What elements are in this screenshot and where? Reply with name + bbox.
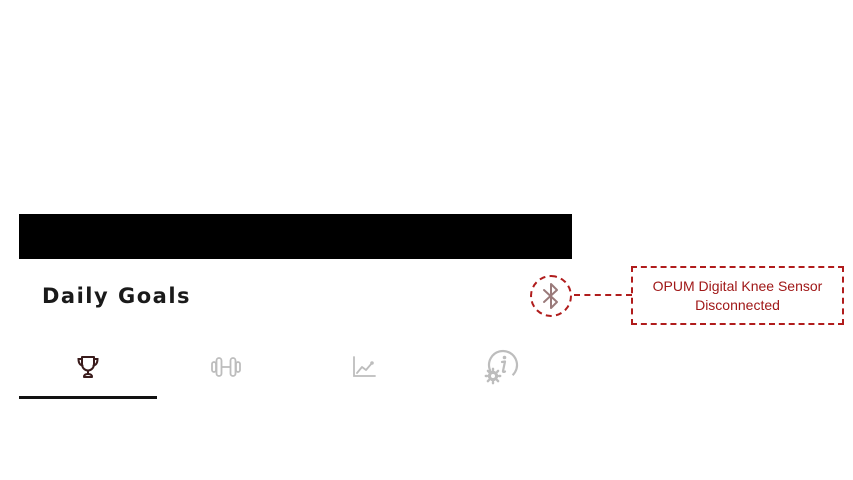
- tab-goals[interactable]: [19, 336, 157, 397]
- app-screen: Daily Goals OPUM Digital Knee Sensor Dis…: [0, 0, 853, 480]
- page-title: Daily Goals: [42, 284, 192, 308]
- tab-exercises[interactable]: [157, 336, 295, 397]
- callout-connector: [574, 294, 632, 296]
- tab-bar: [19, 336, 572, 399]
- bluetooth-icon: [543, 283, 558, 309]
- info-settings-icon: [484, 349, 519, 384]
- status-bar: [19, 214, 572, 259]
- active-tab-indicator: [19, 396, 157, 399]
- trophy-icon: [77, 355, 99, 378]
- dumbbell-icon: [211, 356, 241, 377]
- sensor-status-callout: OPUM Digital Knee Sensor Disconnected: [631, 266, 844, 325]
- tab-info-settings[interactable]: [433, 336, 571, 397]
- bluetooth-button[interactable]: [530, 275, 572, 317]
- chart-icon: [353, 355, 376, 377]
- sensor-name: OPUM Digital Knee Sensor: [652, 277, 823, 294]
- tab-progress[interactable]: [295, 336, 433, 397]
- sensor-status: Disconnected: [695, 296, 780, 313]
